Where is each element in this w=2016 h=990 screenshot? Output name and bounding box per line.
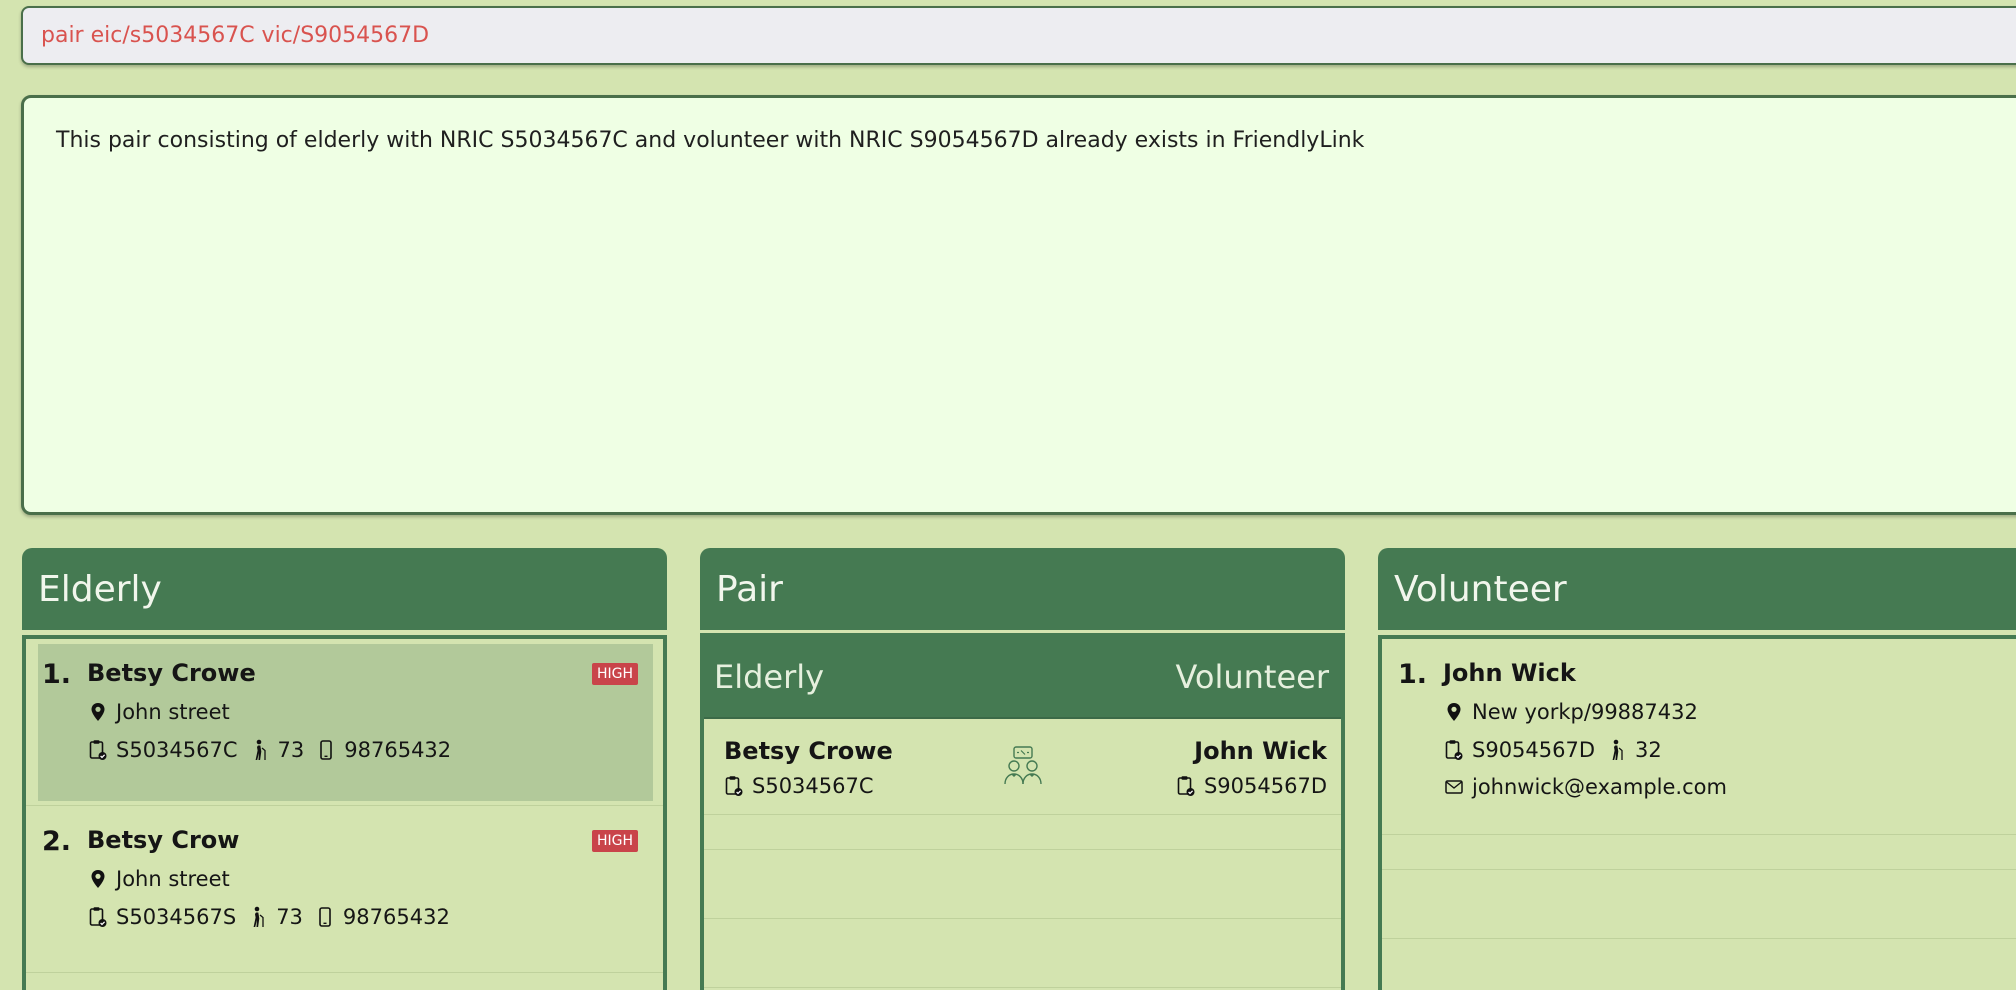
pair-row-1[interactable]: Betsy Crowe S5034567C John Wick S9054567… — [704, 719, 1341, 815]
elderly-nric: S5034567C — [116, 738, 238, 762]
volunteer-panel-header: Volunteer — [1378, 548, 2016, 630]
risk-badge: HIGH — [591, 663, 638, 685]
id-clipboard-icon — [88, 906, 108, 928]
pair-panel: Pair Elderly Volunteer Betsy Crowe S5034… — [700, 548, 1345, 990]
volunteer-panel-title: Volunteer — [1394, 568, 1567, 610]
pair-people-icon — [1002, 746, 1044, 790]
pair-elderly-name: Betsy Crowe — [724, 737, 893, 765]
pair-panel-title: Pair — [716, 568, 783, 610]
location-pin-icon — [88, 868, 108, 890]
elderly-list[interactable]: 1. Betsy Crowe HIGH John street S5034567… — [22, 635, 667, 990]
id-clipboard-icon — [724, 775, 744, 797]
empty-row — [1382, 835, 2016, 870]
volunteer-list[interactable]: 1. John Wick New yorkp/99887432 S9054567… — [1378, 635, 2016, 990]
pair-list[interactable]: Elderly Volunteer Betsy Crowe S5034567C — [700, 633, 1345, 990]
pair-panel-header: Pair — [700, 548, 1345, 630]
elderly-address: John street — [116, 867, 230, 891]
elderly-panel: Elderly 1. Betsy Crowe HIGH John street … — [22, 548, 667, 990]
elderly-name: Betsy Crow — [87, 826, 240, 854]
pair-volunteer-name: John Wick — [1194, 737, 1327, 765]
empty-row — [704, 919, 1341, 988]
command-text: pair eic/s5034567C vic/S9054567D — [41, 23, 430, 48]
volunteer-nric: S9054567D — [1472, 738, 1596, 762]
phone-icon — [316, 739, 336, 761]
elderly-panel-title: Elderly — [38, 568, 162, 610]
elderly-phone: 98765432 — [342, 905, 450, 929]
empty-row — [1382, 870, 2016, 939]
empty-row — [704, 850, 1341, 919]
elderly-person-icon — [248, 906, 268, 928]
id-clipboard-icon — [1444, 739, 1464, 761]
location-pin-icon — [1444, 701, 1464, 723]
phone-icon — [315, 906, 335, 928]
elderly-age: 73 — [277, 738, 305, 762]
result-message: This pair consisting of elderly with NRI… — [56, 128, 1365, 153]
elderly-panel-header: Elderly — [22, 548, 667, 630]
email-icon — [1444, 776, 1464, 798]
volunteer-name: John Wick — [1443, 659, 1576, 687]
elderly-phone: 98765432 — [344, 738, 452, 762]
result-display: This pair consisting of elderly with NRI… — [21, 95, 2016, 515]
id-clipboard-icon — [1176, 775, 1196, 797]
elderly-nric: S5034567S — [116, 905, 237, 929]
elderly-index: 1. — [42, 659, 72, 690]
pair-col-elderly: Elderly — [714, 658, 825, 696]
volunteer-address: New yorkp/99887432 — [1472, 700, 1698, 724]
pair-volunteer-nric: S9054567D — [1203, 774, 1327, 798]
volunteer-panel: Volunteer 1. John Wick New yorkp/9988743… — [1378, 548, 2016, 990]
risk-badge: HIGH — [591, 830, 638, 852]
pair-elderly-nric: S5034567C — [752, 774, 874, 798]
person-icon — [1607, 739, 1627, 761]
volunteer-index: 1. — [1398, 659, 1428, 690]
volunteer-card-1[interactable]: 1. John Wick New yorkp/99887432 S9054567… — [1382, 639, 2016, 835]
elderly-address: John street — [116, 700, 230, 724]
id-clipboard-icon — [88, 739, 108, 761]
pair-column-header: Elderly Volunteer — [704, 637, 1341, 719]
elderly-card-1[interactable]: 1. Betsy Crowe HIGH John street S5034567… — [26, 639, 663, 806]
location-pin-icon — [88, 701, 108, 723]
volunteer-age: 32 — [1635, 738, 1662, 762]
elderly-index: 2. — [42, 826, 72, 857]
empty-row — [704, 815, 1341, 850]
volunteer-email: johnwick@example.com — [1472, 775, 1727, 799]
command-input[interactable]: pair eic/s5034567C vic/S9054567D — [21, 6, 2016, 65]
elderly-name: Betsy Crowe — [87, 659, 256, 687]
elderly-card-2[interactable]: 2. Betsy Crow HIGH John street S5034567S… — [26, 806, 663, 973]
elderly-person-icon — [250, 739, 270, 761]
elderly-age: 73 — [276, 905, 303, 929]
pair-col-volunteer: Volunteer — [1175, 658, 1329, 696]
